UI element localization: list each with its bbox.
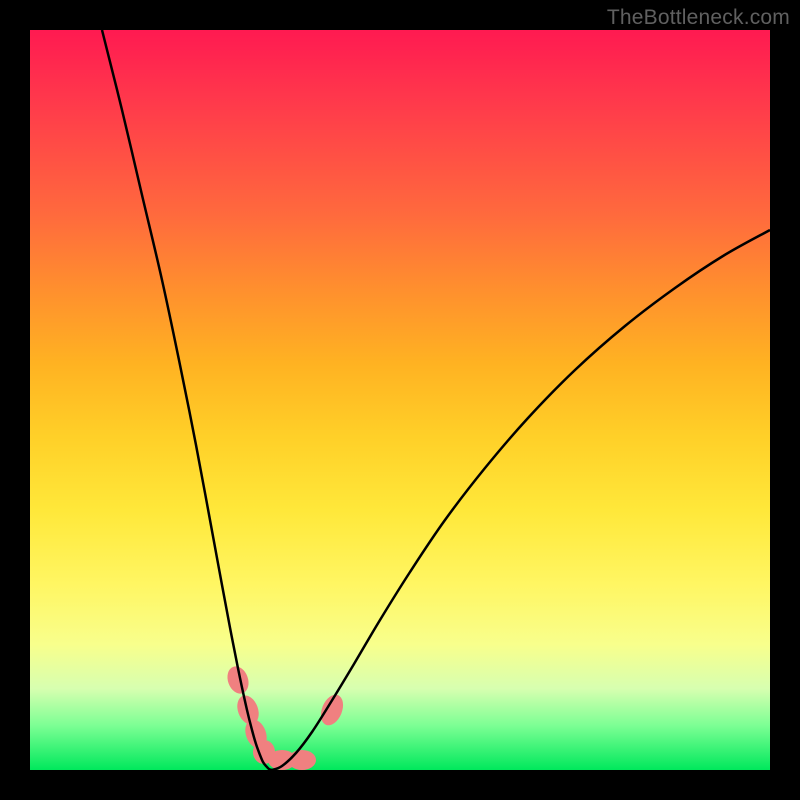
watermark-text: TheBottleneck.com <box>607 6 790 30</box>
left-curve <box>102 30 272 770</box>
chart-plot-area <box>30 30 770 770</box>
blob-point <box>317 691 348 728</box>
chart-frame: TheBottleneck.com <box>0 0 800 800</box>
right-curve <box>272 230 770 770</box>
chart-svg <box>30 30 770 770</box>
blob-point <box>288 750 316 770</box>
bottom-blob-cluster <box>224 663 347 770</box>
